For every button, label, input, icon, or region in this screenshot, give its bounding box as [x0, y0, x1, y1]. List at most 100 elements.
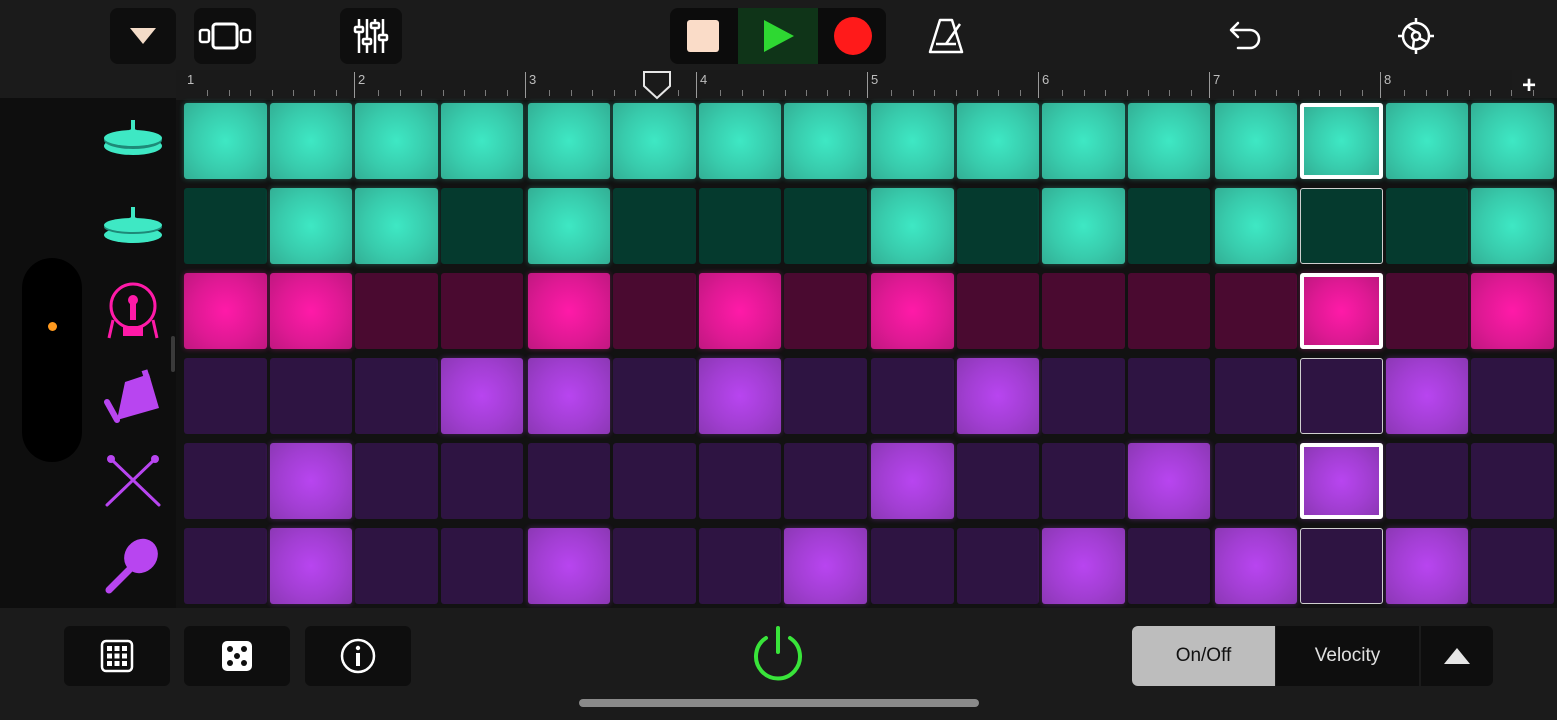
step-cowbell-14[interactable] [1300, 358, 1383, 434]
step-kick-drum-15[interactable] [1385, 273, 1468, 349]
step-cowbell-6[interactable] [613, 358, 696, 434]
step-cowbell-12[interactable] [1127, 358, 1210, 434]
step-hi-hat-12[interactable] [1127, 188, 1210, 264]
step-maraca-9[interactable] [871, 528, 954, 604]
step-maraca-2[interactable] [269, 528, 352, 604]
step-maraca-16[interactable] [1471, 528, 1554, 604]
record-button[interactable] [820, 8, 886, 64]
playhead[interactable] [642, 70, 672, 105]
instrument-kick-drum[interactable] [100, 278, 166, 344]
step-maraca-12[interactable] [1127, 528, 1210, 604]
step-sticks-2[interactable] [269, 443, 352, 519]
step-cowbell-15[interactable] [1385, 358, 1468, 434]
step-sticks-11[interactable] [1042, 443, 1125, 519]
stop-button[interactable] [670, 8, 736, 64]
step-maraca-15[interactable] [1385, 528, 1468, 604]
pattern-selector[interactable] [22, 258, 82, 462]
step-kick-drum-4[interactable] [440, 273, 523, 349]
step-sticks-14[interactable] [1300, 443, 1383, 519]
step-crash-cymbal-15[interactable] [1385, 103, 1468, 179]
step-kick-drum-3[interactable] [355, 273, 438, 349]
expand-button[interactable] [1421, 626, 1493, 686]
step-maraca-8[interactable] [784, 528, 867, 604]
step-hi-hat-8[interactable] [784, 188, 867, 264]
step-maraca-14[interactable] [1300, 528, 1383, 604]
step-crash-cymbal-3[interactable] [355, 103, 438, 179]
step-sticks-9[interactable] [871, 443, 954, 519]
step-crash-cymbal-9[interactable] [871, 103, 954, 179]
step-hi-hat-11[interactable] [1042, 188, 1125, 264]
step-maraca-4[interactable] [440, 528, 523, 604]
step-maraca-11[interactable] [1042, 528, 1125, 604]
step-hi-hat-15[interactable] [1385, 188, 1468, 264]
step-cowbell-1[interactable] [184, 358, 267, 434]
step-sticks-5[interactable] [527, 443, 610, 519]
step-hi-hat-16[interactable] [1471, 188, 1554, 264]
step-kick-drum-12[interactable] [1127, 273, 1210, 349]
step-sticks-3[interactable] [355, 443, 438, 519]
play-button[interactable] [738, 8, 818, 64]
settings-button[interactable] [1388, 8, 1444, 64]
step-sticks-6[interactable] [613, 443, 696, 519]
step-kick-drum-1[interactable] [184, 273, 267, 349]
step-cowbell-10[interactable] [956, 358, 1039, 434]
step-maraca-5[interactable] [527, 528, 610, 604]
step-kick-drum-6[interactable] [613, 273, 696, 349]
add-pattern-button[interactable]: + [1522, 72, 1536, 100]
info-button[interactable] [305, 626, 411, 686]
instrument-maraca[interactable] [100, 533, 166, 599]
resize-handle[interactable] [171, 336, 175, 372]
step-crash-cymbal-1[interactable] [184, 103, 267, 179]
step-hi-hat-2[interactable] [269, 188, 352, 264]
step-kick-drum-9[interactable] [871, 273, 954, 349]
step-crash-cymbal-10[interactable] [956, 103, 1039, 179]
step-hi-hat-14[interactable] [1300, 188, 1383, 264]
browser-dropdown-button[interactable] [110, 8, 176, 64]
step-sticks-1[interactable] [184, 443, 267, 519]
step-kick-drum-10[interactable] [956, 273, 1039, 349]
step-hi-hat-9[interactable] [871, 188, 954, 264]
step-hi-hat-6[interactable] [613, 188, 696, 264]
step-sticks-12[interactable] [1127, 443, 1210, 519]
step-crash-cymbal-16[interactable] [1471, 103, 1554, 179]
step-kick-drum-13[interactable] [1214, 273, 1297, 349]
metronome-button[interactable] [918, 8, 974, 64]
step-cowbell-9[interactable] [871, 358, 954, 434]
step-kick-drum-8[interactable] [784, 273, 867, 349]
step-hi-hat-13[interactable] [1214, 188, 1297, 264]
mixer-button[interactable] [340, 8, 402, 64]
step-cowbell-4[interactable] [440, 358, 523, 434]
randomize-button[interactable] [184, 626, 290, 686]
step-cowbell-3[interactable] [355, 358, 438, 434]
velocity-mode-button[interactable]: Velocity [1276, 626, 1419, 686]
step-crash-cymbal-14[interactable] [1300, 103, 1383, 179]
step-crash-cymbal-7[interactable] [698, 103, 781, 179]
step-cowbell-16[interactable] [1471, 358, 1554, 434]
step-cowbell-11[interactable] [1042, 358, 1125, 434]
step-sticks-10[interactable] [956, 443, 1039, 519]
step-kick-drum-11[interactable] [1042, 273, 1125, 349]
step-crash-cymbal-13[interactable] [1214, 103, 1297, 179]
step-maraca-7[interactable] [698, 528, 781, 604]
step-maraca-1[interactable] [184, 528, 267, 604]
step-hi-hat-3[interactable] [355, 188, 438, 264]
step-sticks-4[interactable] [440, 443, 523, 519]
step-cowbell-8[interactable] [784, 358, 867, 434]
step-cowbell-2[interactable] [269, 358, 352, 434]
undo-button[interactable] [1216, 8, 1272, 64]
step-kick-drum-7[interactable] [698, 273, 781, 349]
power-button[interactable] [748, 624, 808, 684]
instrument-crash-cymbal[interactable] [100, 108, 166, 174]
home-indicator[interactable] [579, 699, 979, 707]
step-cowbell-13[interactable] [1214, 358, 1297, 434]
tracks-view-button[interactable] [194, 8, 256, 64]
onoff-mode-button[interactable]: On/Off [1132, 626, 1275, 686]
step-sticks-8[interactable] [784, 443, 867, 519]
step-hi-hat-1[interactable] [184, 188, 267, 264]
step-cowbell-5[interactable] [527, 358, 610, 434]
step-kick-drum-2[interactable] [269, 273, 352, 349]
step-sticks-16[interactable] [1471, 443, 1554, 519]
step-crash-cymbal-5[interactable] [527, 103, 610, 179]
step-sticks-7[interactable] [698, 443, 781, 519]
step-hi-hat-4[interactable] [440, 188, 523, 264]
